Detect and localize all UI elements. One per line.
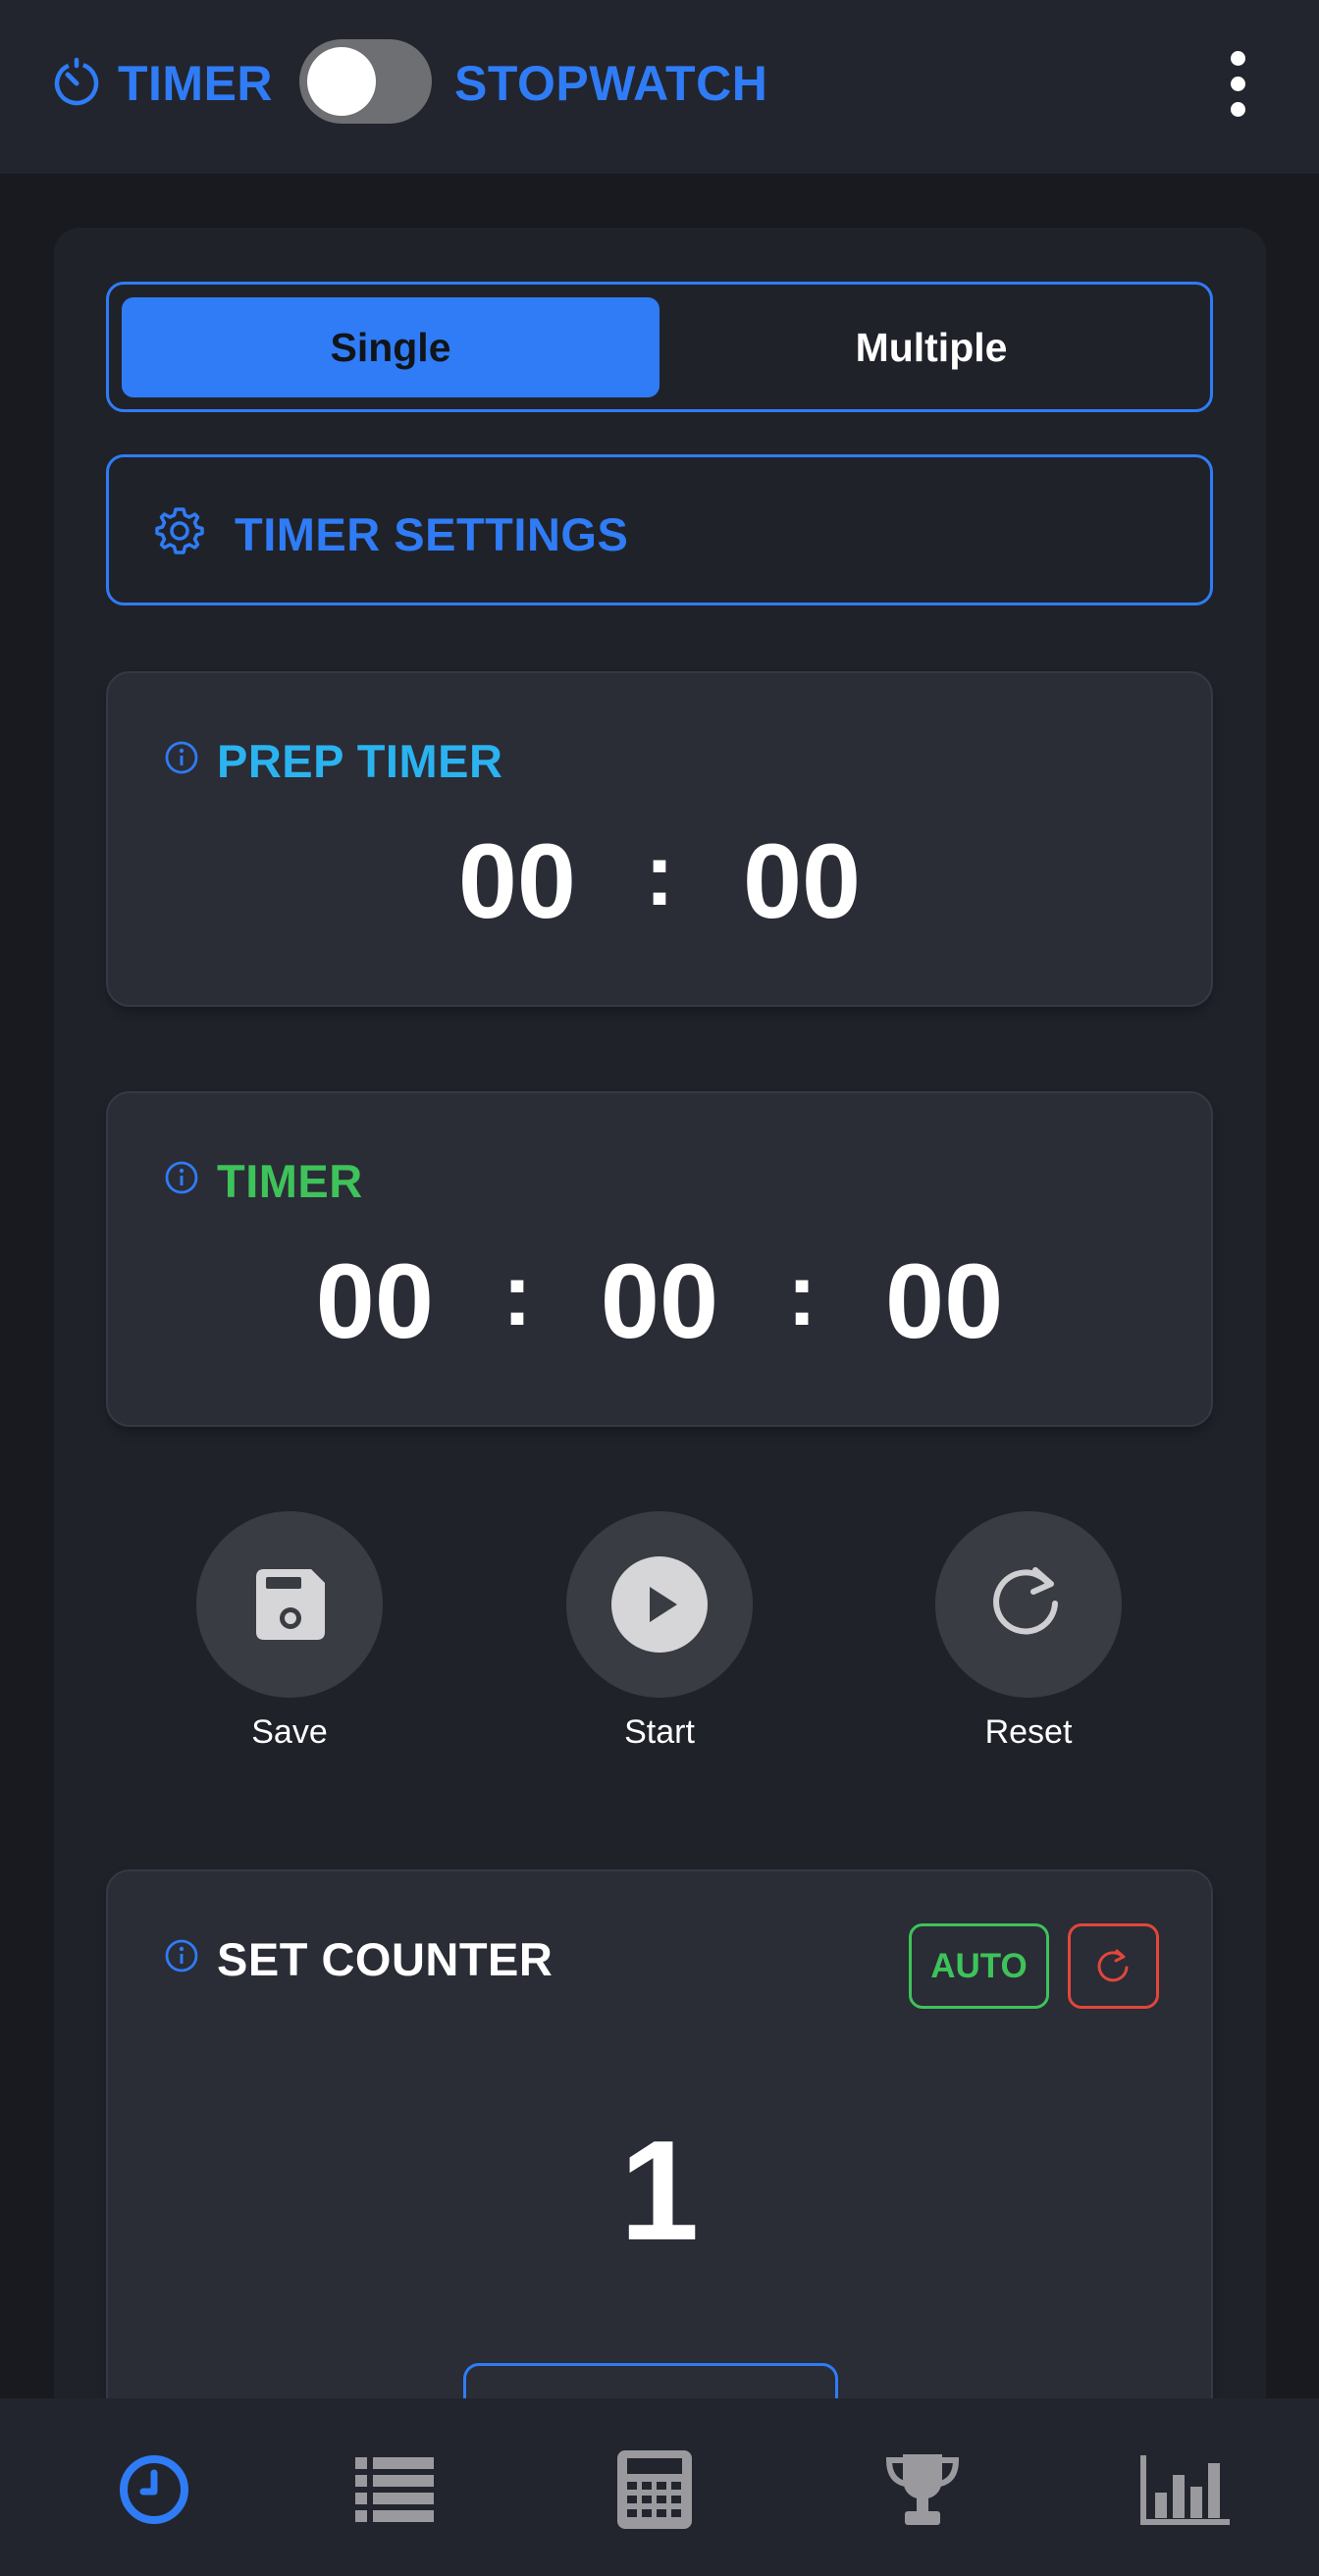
info-icon[interactable] bbox=[164, 1938, 199, 1973]
timer-panel: TIMER 00 : 00 : 00 bbox=[106, 1091, 1213, 1427]
clock-icon bbox=[120, 2455, 188, 2524]
timer-seconds[interactable]: 00 bbox=[885, 1248, 1003, 1354]
more-menu-button[interactable] bbox=[1213, 39, 1262, 128]
reset-icon bbox=[993, 1567, 1058, 1635]
timer-mode-label[interactable]: TIMER bbox=[118, 55, 273, 112]
timer-stopwatch-toggle[interactable] bbox=[299, 39, 432, 124]
prep-timer-panel: PREP TIMER 00 : 00 bbox=[106, 671, 1213, 1007]
nav-achievements[interactable] bbox=[878, 2445, 967, 2534]
reset-button[interactable] bbox=[935, 1511, 1122, 1698]
gear-icon bbox=[155, 507, 204, 554]
reset-label: Reset bbox=[984, 1713, 1073, 1751]
prep-timer-display[interactable]: 00 : 00 bbox=[108, 828, 1211, 934]
prep-seconds[interactable]: 00 bbox=[743, 828, 861, 934]
nav-timer[interactable] bbox=[110, 2445, 198, 2534]
timer-icon bbox=[54, 57, 99, 106]
mode-segmented-control: Single Multiple bbox=[106, 282, 1213, 412]
timer-hours[interactable]: 00 bbox=[316, 1248, 434, 1354]
timer-settings-button[interactable]: TIMER SETTINGS bbox=[106, 454, 1213, 605]
time-separator: : bbox=[645, 826, 674, 924]
list-icon bbox=[355, 2457, 434, 2522]
prep-minutes[interactable]: 00 bbox=[458, 828, 576, 934]
save-icon bbox=[256, 1569, 325, 1640]
toggle-knob bbox=[307, 47, 376, 116]
time-separator: : bbox=[787, 1246, 818, 1344]
trophy-icon bbox=[885, 2454, 960, 2525]
info-icon[interactable] bbox=[164, 1160, 199, 1195]
set-counter-value: 1 bbox=[619, 2111, 700, 2270]
reset-counter-button[interactable] bbox=[1068, 1923, 1159, 2009]
start-label: Start bbox=[624, 1713, 695, 1751]
timer-title: TIMER bbox=[217, 1155, 363, 1207]
nav-statistics[interactable] bbox=[1140, 2445, 1230, 2534]
set-counter-title: SET COUNTER bbox=[217, 1933, 554, 1985]
time-separator: : bbox=[501, 1246, 532, 1344]
timer-minutes[interactable]: 00 bbox=[601, 1248, 718, 1354]
prep-timer-title: PREP TIMER bbox=[217, 735, 503, 787]
bottom-navigation bbox=[0, 2398, 1319, 2576]
app-bar: TIMER STOPWATCH bbox=[0, 0, 1319, 174]
timer-settings-label: TIMER SETTINGS bbox=[235, 508, 629, 560]
start-button[interactable] bbox=[566, 1511, 753, 1698]
more-vert-icon bbox=[1230, 50, 1245, 66]
calculator-icon bbox=[617, 2450, 692, 2529]
save-button[interactable] bbox=[196, 1511, 383, 1698]
save-label: Save bbox=[251, 1713, 328, 1751]
auto-button[interactable]: AUTO bbox=[909, 1923, 1049, 2009]
bar-chart-icon bbox=[1140, 2455, 1230, 2525]
refresh-icon bbox=[1097, 1949, 1128, 1981]
play-icon bbox=[611, 1556, 708, 1653]
nav-calculator[interactable] bbox=[610, 2445, 699, 2534]
timer-display[interactable]: 00 : 00 : 00 bbox=[108, 1248, 1211, 1354]
stopwatch-mode-label[interactable]: STOPWATCH bbox=[454, 55, 767, 112]
segment-multiple[interactable]: Multiple bbox=[662, 297, 1200, 397]
segment-single[interactable]: Single bbox=[122, 297, 660, 397]
info-icon[interactable] bbox=[164, 740, 199, 775]
nav-list[interactable] bbox=[350, 2445, 439, 2534]
